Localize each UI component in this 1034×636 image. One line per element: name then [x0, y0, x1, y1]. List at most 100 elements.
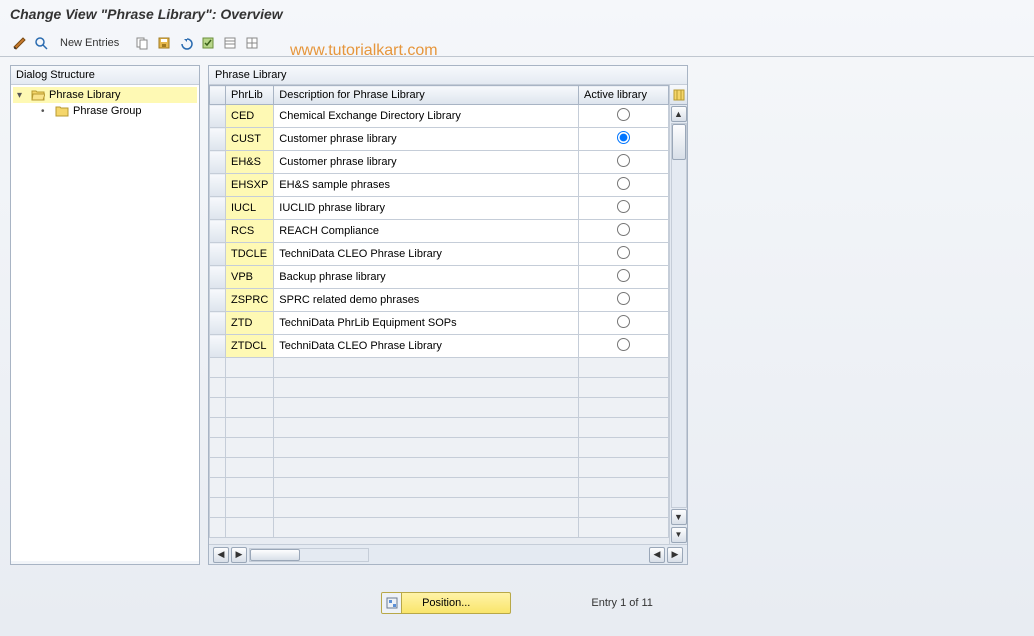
scroll-down-icon[interactable]: ▼: [671, 509, 687, 525]
active-radio[interactable]: [617, 292, 630, 305]
active-radio[interactable]: [617, 269, 630, 282]
new-entries-button[interactable]: New Entries: [54, 35, 125, 51]
cell-phrlib[interactable]: ZTDCL: [226, 335, 274, 358]
row-selector[interactable]: [210, 335, 226, 358]
deselect-all-icon[interactable]: [221, 34, 239, 52]
row-selector[interactable]: [210, 312, 226, 335]
col-description[interactable]: Description for Phrase Library: [274, 86, 579, 105]
row-selector[interactable]: [210, 105, 226, 128]
cell-phrlib[interactable]: TDCLE: [226, 243, 274, 266]
active-radio[interactable]: [617, 131, 630, 144]
scroll-last-icon[interactable]: ▼: [671, 527, 687, 543]
table-row[interactable]: EH&S Customer phrase library: [210, 151, 669, 174]
active-radio[interactable]: [617, 154, 630, 167]
cell-active[interactable]: [579, 128, 669, 151]
col-active[interactable]: Active library: [579, 86, 669, 105]
copy-icon[interactable]: [133, 34, 151, 52]
horizontal-scrollbar[interactable]: ◀ ▶ ◀ ▶: [209, 544, 687, 564]
tree-item-phrase-library[interactable]: ▾ Phrase Library: [13, 87, 197, 103]
configure-columns-icon[interactable]: [670, 85, 688, 105]
scroll-track[interactable]: [671, 123, 687, 508]
active-radio[interactable]: [617, 177, 630, 190]
table-row[interactable]: ZTDCL TechniData CLEO Phrase Library: [210, 335, 669, 358]
toggle-display-icon[interactable]: [10, 34, 28, 52]
cell-active[interactable]: [579, 151, 669, 174]
hscroll-thumb[interactable]: [250, 549, 300, 561]
position-button[interactable]: Position...: [381, 592, 511, 614]
row-selector[interactable]: [210, 128, 226, 151]
cell-phrlib[interactable]: CUST: [226, 128, 274, 151]
active-radio[interactable]: [617, 200, 630, 213]
cell-active[interactable]: [579, 197, 669, 220]
cell-description[interactable]: Customer phrase library: [274, 128, 579, 151]
scroll-left2-icon[interactable]: ◀: [649, 547, 665, 563]
save-icon[interactable]: [155, 34, 173, 52]
active-radio[interactable]: [617, 223, 630, 236]
table-row[interactable]: ZTD TechniData PhrLib Equipment SOPs: [210, 312, 669, 335]
cell-description[interactable]: REACH Compliance: [274, 220, 579, 243]
row-selector[interactable]: [210, 220, 226, 243]
cell-active[interactable]: [579, 335, 669, 358]
cell-phrlib[interactable]: IUCL: [226, 197, 274, 220]
cell-description[interactable]: TechniData PhrLib Equipment SOPs: [274, 312, 579, 335]
table-row[interactable]: ZSPRC SPRC related demo phrases: [210, 289, 669, 312]
row-selector[interactable]: [210, 197, 226, 220]
cell-description[interactable]: Customer phrase library: [274, 151, 579, 174]
folder-open-icon: [31, 89, 45, 101]
hscroll-track[interactable]: [249, 548, 369, 562]
cell-phrlib[interactable]: ZSPRC: [226, 289, 274, 312]
cell-phrlib[interactable]: VPB: [226, 266, 274, 289]
tree-collapse-icon[interactable]: ▾: [17, 90, 27, 101]
cell-description[interactable]: TechniData CLEO Phrase Library: [274, 335, 579, 358]
cell-phrlib[interactable]: EHSXP: [226, 174, 274, 197]
table-row[interactable]: EHSXP EH&S sample phrases: [210, 174, 669, 197]
active-radio[interactable]: [617, 338, 630, 351]
row-selector-header[interactable]: [210, 86, 226, 105]
scroll-right-icon[interactable]: ▶: [231, 547, 247, 563]
active-radio[interactable]: [617, 315, 630, 328]
table-row[interactable]: RCS REACH Compliance: [210, 220, 669, 243]
vertical-scrollbar[interactable]: ▲ ▼ ▼: [669, 85, 687, 544]
cell-active[interactable]: [579, 105, 669, 128]
cell-phrlib[interactable]: CED: [226, 105, 274, 128]
table-row[interactable]: VPB Backup phrase library: [210, 266, 669, 289]
row-selector[interactable]: [210, 243, 226, 266]
scroll-thumb[interactable]: [672, 124, 686, 160]
table-settings-icon[interactable]: [243, 34, 261, 52]
cell-description[interactable]: EH&S sample phrases: [274, 174, 579, 197]
table-row-empty: [210, 398, 669, 418]
col-phrlib[interactable]: PhrLib: [226, 86, 274, 105]
row-selector[interactable]: [210, 289, 226, 312]
cell-phrlib[interactable]: EH&S: [226, 151, 274, 174]
cell-description[interactable]: TechniData CLEO Phrase Library: [274, 243, 579, 266]
table-row[interactable]: IUCL IUCLID phrase library: [210, 197, 669, 220]
find-icon[interactable]: [32, 34, 50, 52]
cell-active[interactable]: [579, 220, 669, 243]
active-radio[interactable]: [617, 108, 630, 121]
cell-description[interactable]: SPRC related demo phrases: [274, 289, 579, 312]
active-radio[interactable]: [617, 246, 630, 259]
cell-active[interactable]: [579, 174, 669, 197]
cell-active[interactable]: [579, 312, 669, 335]
select-all-icon[interactable]: [199, 34, 217, 52]
row-selector[interactable]: [210, 151, 226, 174]
table-row[interactable]: CED Chemical Exchange Directory Library: [210, 105, 669, 128]
tree-item-phrase-group[interactable]: • Phrase Group: [13, 103, 197, 119]
cell-description[interactable]: Chemical Exchange Directory Library: [274, 105, 579, 128]
scroll-right2-icon[interactable]: ▶: [667, 547, 683, 563]
cell-description[interactable]: Backup phrase library: [274, 266, 579, 289]
cell-phrlib[interactable]: ZTD: [226, 312, 274, 335]
cell-phrlib[interactable]: RCS: [226, 220, 274, 243]
cell-active[interactable]: [579, 266, 669, 289]
table-row-empty: [210, 498, 669, 518]
cell-active[interactable]: [579, 289, 669, 312]
undo-icon[interactable]: [177, 34, 195, 52]
table-row[interactable]: TDCLE TechniData CLEO Phrase Library: [210, 243, 669, 266]
row-selector[interactable]: [210, 266, 226, 289]
table-row[interactable]: CUST Customer phrase library: [210, 128, 669, 151]
cell-active[interactable]: [579, 243, 669, 266]
row-selector[interactable]: [210, 174, 226, 197]
scroll-up-icon[interactable]: ▲: [671, 106, 687, 122]
cell-description[interactable]: IUCLID phrase library: [274, 197, 579, 220]
scroll-left-icon[interactable]: ◀: [213, 547, 229, 563]
